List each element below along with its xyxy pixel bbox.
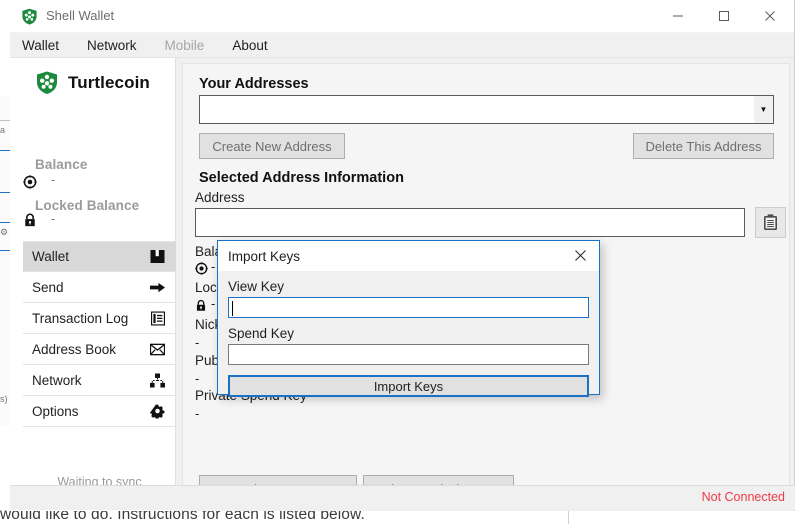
arrow-right-icon bbox=[150, 280, 165, 295]
title-bar: Shell Wallet bbox=[10, 0, 794, 33]
close-window-button[interactable] bbox=[747, 0, 793, 32]
import-keys-dialog: Import Keys View Key Spend Key Import Ke… bbox=[217, 240, 600, 397]
menu-item-wallet[interactable]: Wallet bbox=[21, 36, 60, 55]
private-spend-key-value: - bbox=[195, 406, 200, 421]
public-spend-key-value: - bbox=[195, 371, 200, 386]
selected-address-information-title: Selected Address Information bbox=[199, 170, 404, 186]
network-icon bbox=[150, 373, 165, 388]
backdrop-left-strip bbox=[0, 96, 10, 426]
sidebar: Turtlecoin Balance - Locked Balance - Wa… bbox=[10, 58, 176, 511]
menu-item-mobile: Mobile bbox=[164, 37, 205, 53]
view-key-input[interactable] bbox=[228, 297, 589, 318]
close-icon bbox=[765, 11, 775, 21]
locked-balance-value: - bbox=[211, 296, 216, 311]
lock-icon bbox=[196, 299, 206, 311]
window-body: Turtlecoin Balance - Locked Balance - Wa… bbox=[10, 58, 794, 511]
dialog-title: Import Keys bbox=[228, 249, 301, 264]
turtlecoin-shield-icon bbox=[22, 8, 37, 25]
log-book-icon bbox=[150, 311, 165, 326]
turtlecoin-logo-icon bbox=[37, 71, 57, 94]
sidebar-locked-balance-value: - bbox=[51, 211, 56, 226]
window-title: Shell Wallet bbox=[46, 8, 115, 23]
minimize-icon bbox=[673, 15, 683, 17]
sidebar-item-options[interactable]: Options bbox=[23, 396, 176, 427]
maximize-icon bbox=[719, 11, 729, 21]
dialog-body: View Key Spend Key Import Keys bbox=[218, 279, 599, 397]
spend-key-label: Spend Key bbox=[228, 326, 295, 341]
import-keys-button[interactable]: Import Keys bbox=[228, 375, 589, 397]
brand-name: Turtlecoin bbox=[68, 72, 150, 92]
delete-this-address-button[interactable]: Delete This Address bbox=[633, 133, 774, 159]
view-key-label: View Key bbox=[228, 279, 285, 294]
address-value-box[interactable] bbox=[195, 208, 745, 237]
sidebar-item-label: Options bbox=[32, 403, 79, 419]
menu-item-about[interactable]: About bbox=[231, 36, 268, 55]
coin-icon bbox=[195, 262, 208, 275]
menu-item-network[interactable]: Network bbox=[86, 36, 138, 55]
address-select[interactable]: ▼ bbox=[199, 95, 774, 124]
lock-icon bbox=[25, 213, 35, 227]
menu-bar: Wallet Network Mobile About bbox=[10, 33, 794, 58]
status-bar: Not Connected bbox=[10, 485, 795, 510]
sidebar-item-label: Transaction Log bbox=[32, 310, 129, 326]
your-addresses-title: Your Addresses bbox=[199, 76, 309, 92]
wallet-icon bbox=[150, 249, 165, 264]
nickname-value: - bbox=[195, 335, 200, 350]
app-window: Shell Wallet Wallet Network Mobile About bbox=[10, 0, 795, 511]
create-new-address-button[interactable]: Create New Address bbox=[199, 133, 345, 159]
connection-status: Not Connected bbox=[701, 490, 785, 504]
minimize-button[interactable] bbox=[655, 0, 701, 32]
maximize-button[interactable] bbox=[701, 0, 747, 32]
sidebar-item-send[interactable]: Send bbox=[23, 272, 176, 303]
balance-value: - bbox=[211, 259, 216, 274]
sidebar-item-label: Address Book bbox=[32, 341, 117, 357]
brand: Turtlecoin bbox=[35, 70, 150, 95]
chevron-down-icon[interactable]: ▼ bbox=[754, 96, 773, 123]
dialog-title-bar: Import Keys bbox=[218, 241, 599, 271]
coin-icon bbox=[23, 175, 37, 189]
sidebar-item-transaction-log[interactable]: Transaction Log bbox=[23, 303, 176, 334]
close-icon[interactable] bbox=[563, 241, 597, 269]
spend-key-input[interactable] bbox=[228, 344, 589, 365]
gear-icon bbox=[150, 404, 165, 419]
sidebar-item-network[interactable]: Network bbox=[23, 365, 176, 396]
clipboard-icon[interactable] bbox=[755, 207, 786, 238]
sidebar-item-label: Wallet bbox=[32, 249, 70, 264]
sidebar-item-wallet[interactable]: Wallet bbox=[23, 241, 176, 272]
sidebar-balance-value: - bbox=[51, 172, 56, 187]
sidebar-item-address-book[interactable]: Address Book bbox=[23, 334, 176, 365]
text-caret bbox=[232, 301, 233, 316]
sidebar-item-label: Network bbox=[32, 372, 82, 388]
envelope-icon bbox=[150, 342, 165, 357]
sidebar-item-label: Send bbox=[32, 279, 64, 295]
address-label: Address bbox=[195, 190, 245, 205]
sidebar-balance-label: Balance bbox=[35, 157, 88, 172]
sidebar-nav: Wallet Send Transaction Log Address Book… bbox=[23, 241, 176, 427]
